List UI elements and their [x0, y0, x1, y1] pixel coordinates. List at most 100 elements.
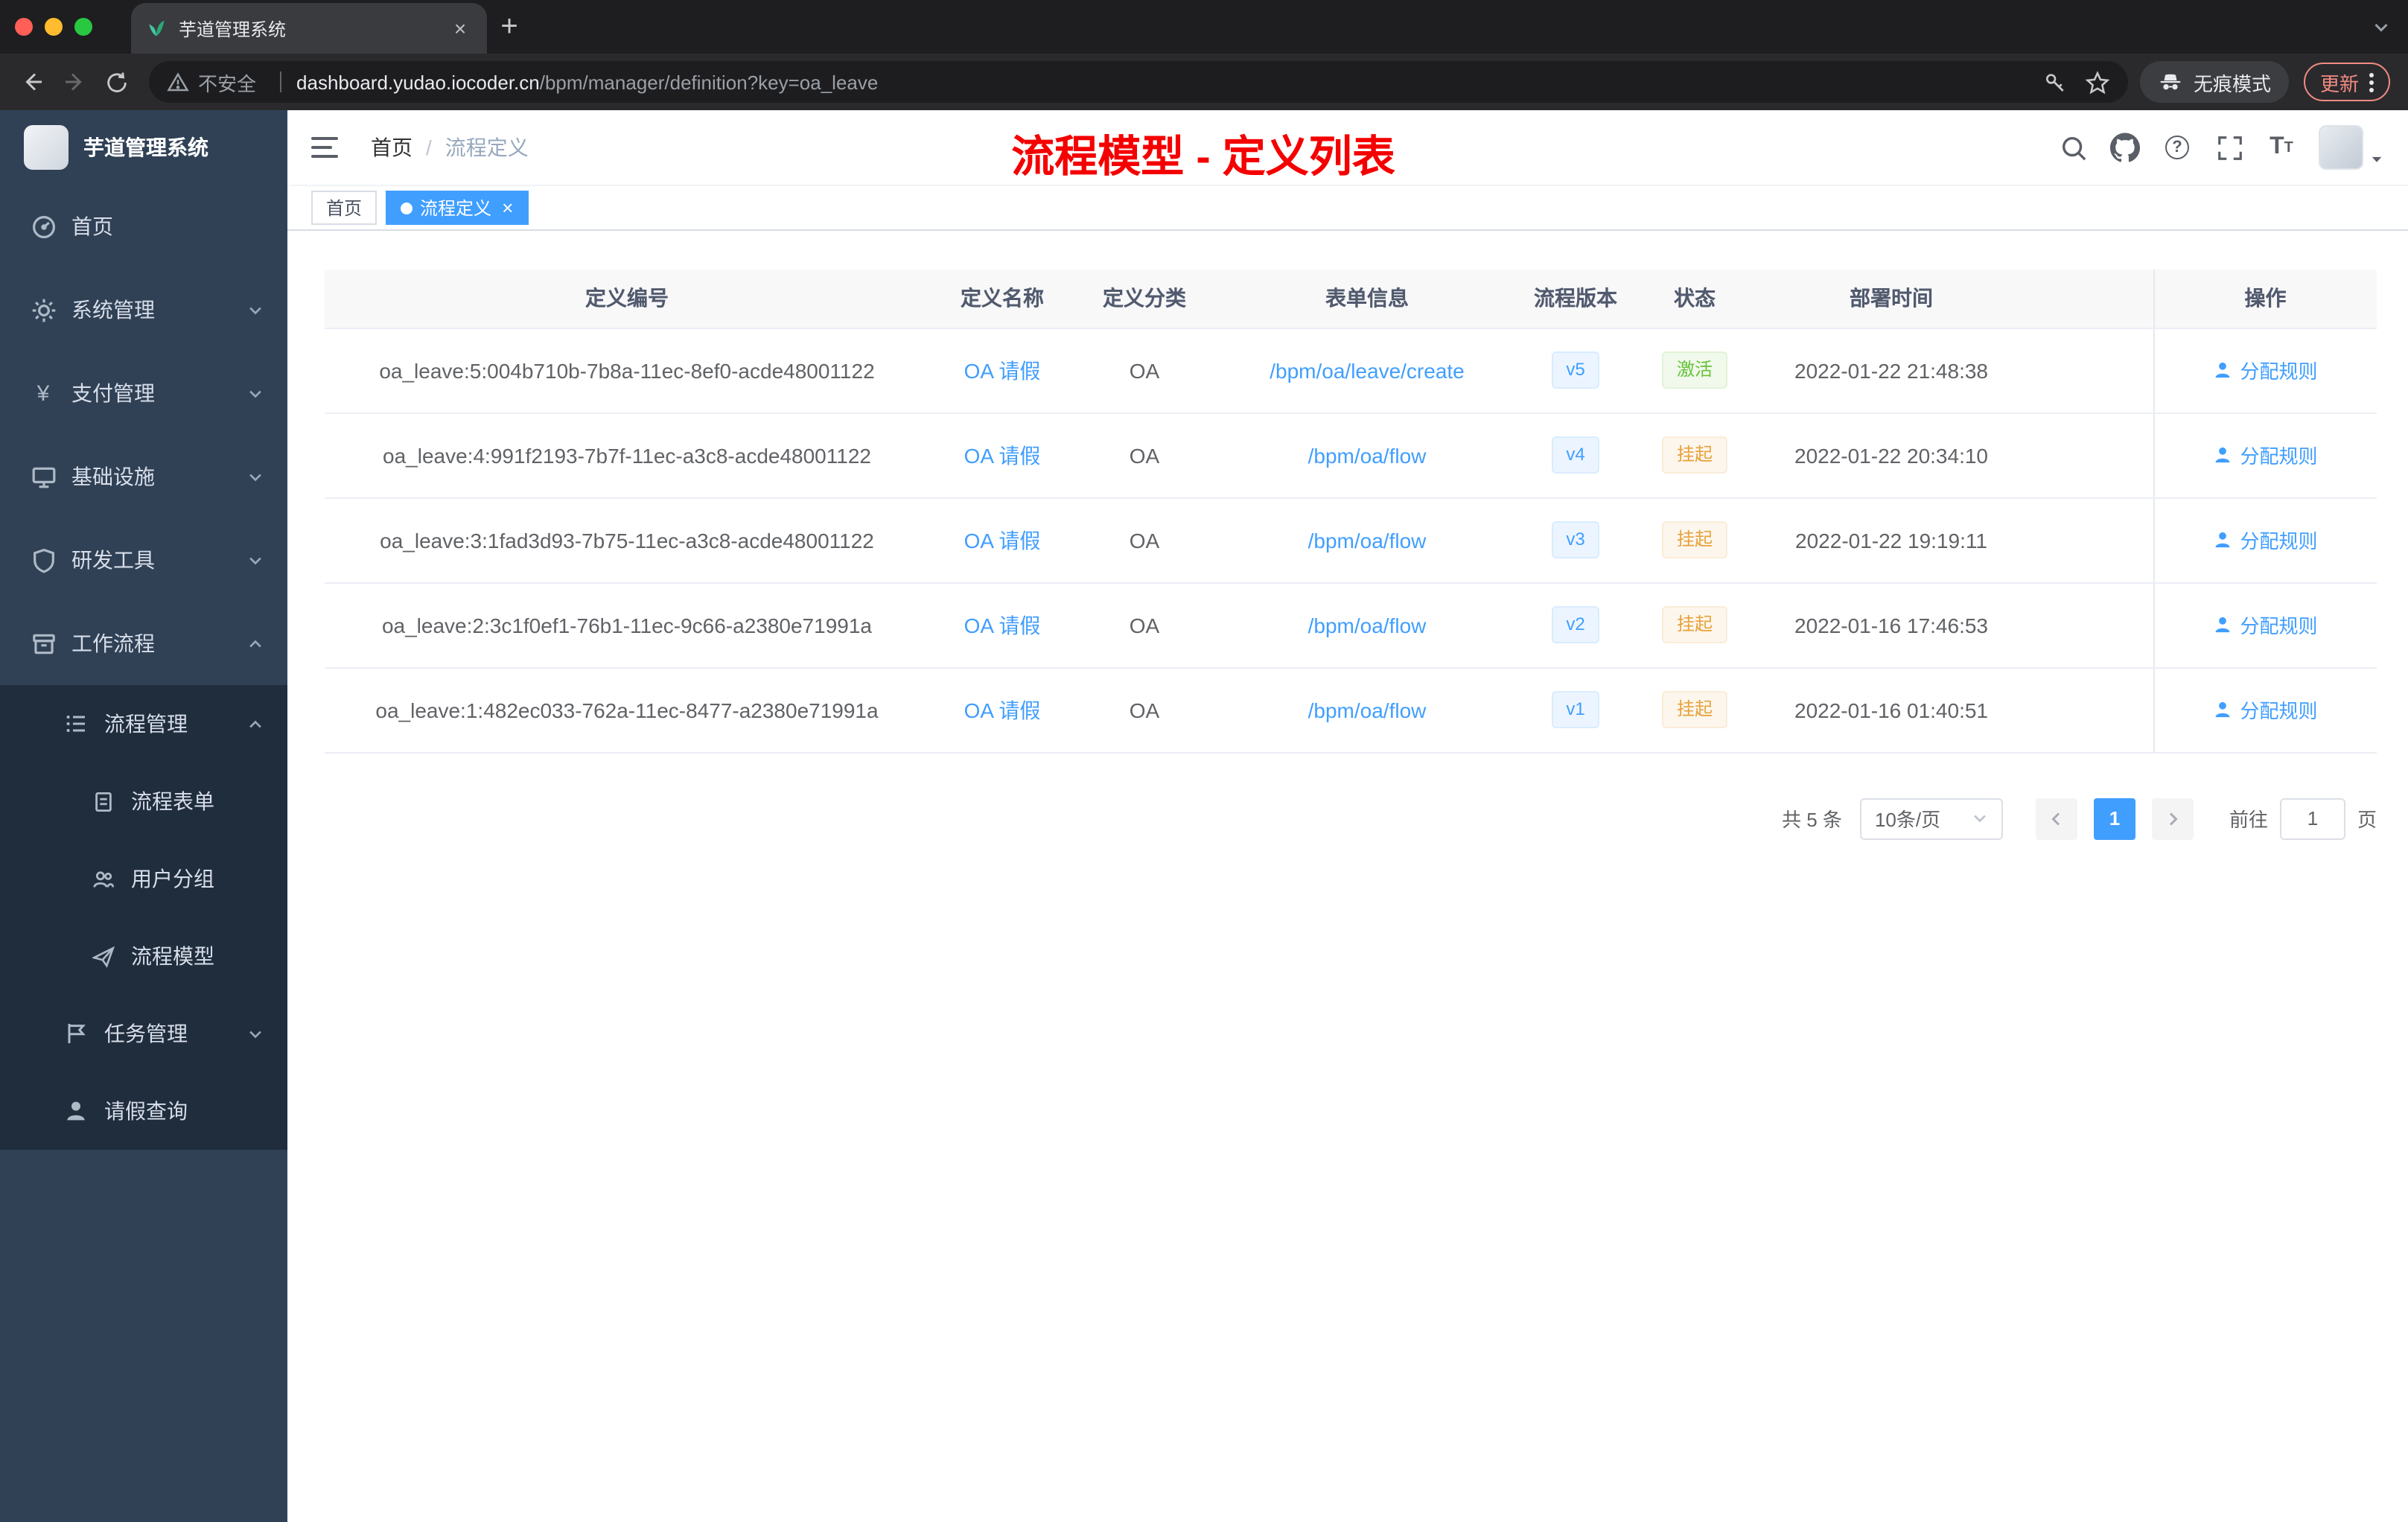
status-badge: 激活: [1661, 351, 1727, 389]
github-icon[interactable]: [2110, 133, 2140, 162]
back-button[interactable]: [12, 61, 54, 103]
prev-page-button[interactable]: [2035, 797, 2077, 839]
goto-page-input[interactable]: [2279, 797, 2345, 839]
chevron-down-icon: [1972, 810, 1988, 827]
status-badge: 挂起: [1661, 521, 1727, 558]
definition-name-link[interactable]: OA 请假: [964, 698, 1041, 722]
goto-unit-label: 页: [2357, 809, 2377, 831]
chevron-down-icon: [247, 1025, 264, 1042]
chevron-up-icon: [247, 716, 264, 732]
definition-name-link[interactable]: OA 请假: [964, 358, 1041, 382]
address-bar[interactable]: 不安全 dashboard.yudao.iocoder.cn/bpm/manag…: [149, 61, 2128, 103]
fullscreen-icon[interactable]: [2214, 133, 2244, 162]
zoom-window-button[interactable]: [74, 18, 92, 36]
col-definition-id: 定义编号: [325, 270, 929, 328]
col-process-version: 流程版本: [1520, 270, 1631, 328]
form-link[interactable]: /bpm/oa/flow: [1308, 443, 1427, 467]
security-label[interactable]: 不安全: [198, 68, 256, 96]
browser-menu-dots-icon[interactable]: [2369, 72, 2374, 92]
tag-home[interactable]: 首页: [311, 191, 378, 225]
sidebar-logo[interactable]: 芋道管理系统: [0, 110, 287, 185]
table-row: oa_leave:5:004b710b-7b8a-11ec-8ef0-acde4…: [325, 328, 2377, 413]
next-page-button[interactable]: [2151, 797, 2194, 839]
shield-icon: [30, 547, 57, 573]
definition-name-link[interactable]: OA 请假: [964, 443, 1041, 467]
sidebar-item-label: 用户分组: [131, 867, 214, 891]
paper-plane-icon: [89, 943, 116, 969]
sidebar-item-home[interactable]: 首页: [0, 185, 287, 268]
sidebar-item-leave-query[interactable]: 请假查询: [0, 1072, 287, 1150]
url-path: /bpm/manager/definition?key=oa_leave: [539, 71, 879, 93]
sidebar-item-process-model[interactable]: 流程模型: [0, 917, 287, 995]
tab-search-chevron-icon[interactable]: [2372, 18, 2390, 36]
avatar[interactable]: [2319, 125, 2363, 170]
bookmark-star-icon[interactable]: [2085, 69, 2110, 95]
page-title: 流程模型 - 定义列表: [1011, 134, 1395, 182]
form-link[interactable]: /bpm/oa/flow: [1308, 613, 1427, 637]
users-icon: [89, 865, 116, 892]
reload-button[interactable]: [95, 61, 137, 103]
user-menu[interactable]: [2319, 125, 2384, 170]
page-number-1[interactable]: 1: [2093, 797, 2135, 839]
tab-close-icon[interactable]: ×: [448, 16, 472, 40]
user-icon: [2216, 447, 2230, 463]
forward-button[interactable]: [54, 61, 95, 103]
sidebar-item-label: 请假查询: [104, 1099, 188, 1123]
definition-name-link[interactable]: OA 请假: [964, 613, 1041, 637]
archive-box-icon: [30, 630, 57, 657]
deploy-time: 2022-01-22 21:48:38: [1759, 328, 2024, 413]
form-link[interactable]: /bpm/oa/flow: [1308, 528, 1427, 552]
user-icon: [2216, 701, 2230, 718]
security-warning-icon[interactable]: [167, 71, 189, 93]
caret-down-icon: [2369, 152, 2384, 167]
browser-update-button[interactable]: 更新: [2303, 63, 2390, 101]
sidebar-item-infra[interactable]: 基础设施: [0, 435, 287, 518]
sidebar-item-process-management[interactable]: 流程管理: [0, 685, 287, 762]
sidebar-item-task-management[interactable]: 任务管理: [0, 995, 287, 1072]
definition-id: oa_leave:2:3c1f0ef1-76b1-11ec-9c66-a2380…: [325, 582, 929, 668]
sidebar-toggle-icon[interactable]: [311, 131, 344, 164]
tag-process-definition[interactable]: 流程定义 ×: [386, 191, 529, 225]
sidebar-item-system[interactable]: 系统管理: [0, 268, 287, 351]
incognito-badge: 无痕模式: [2139, 61, 2289, 103]
page-size-select[interactable]: 10条/页: [1859, 797, 2003, 839]
minimize-window-button[interactable]: [45, 18, 63, 36]
assign-rule-link[interactable]: 分配规则: [2213, 611, 2318, 639]
deploy-time: 2022-01-16 01:40:51: [1759, 667, 2024, 753]
assign-rule-link[interactable]: 分配规则: [2213, 695, 2318, 724]
font-size-icon[interactable]: TT: [2267, 133, 2296, 162]
sidebar-item-user-group[interactable]: 用户分组: [0, 840, 287, 917]
assign-rule-link[interactable]: 分配规则: [2213, 441, 2318, 469]
version-badge: v5: [1551, 351, 1600, 389]
sidebar-item-workflow[interactable]: 工作流程: [0, 602, 287, 685]
version-badge: v1: [1551, 691, 1600, 728]
deploy-time: 2022-01-16 17:46:53: [1759, 582, 2024, 668]
sidebar-item-devtools[interactable]: 研发工具: [0, 518, 287, 602]
close-window-button[interactable]: [15, 18, 33, 36]
sidebar-item-label: 流程模型: [131, 944, 214, 968]
breadcrumb-home[interactable]: 首页: [371, 133, 413, 162]
sidebar-item-label: 研发工具: [71, 548, 155, 572]
url-domain: dashboard.yudao.iocoder.cn: [296, 71, 540, 93]
col-status: 状态: [1631, 270, 1759, 328]
form-link[interactable]: /bpm/oa/leave/create: [1270, 358, 1465, 382]
definition-id: oa_leave:4:991f2193-7b7f-11ec-a3c8-acde4…: [325, 413, 929, 498]
sidebar-item-label: 流程表单: [131, 789, 214, 813]
definition-name-link[interactable]: OA 请假: [964, 528, 1041, 552]
sidebar-item-label: 流程管理: [104, 712, 188, 736]
new-tab-button[interactable]: +: [487, 4, 532, 49]
browser-tab[interactable]: 芋道管理系统 ×: [131, 3, 487, 54]
table-row: oa_leave:3:1fad3d93-7b75-11ec-a3c8-acde4…: [325, 497, 2377, 583]
sidebar-item-process-form[interactable]: 流程表单: [0, 762, 287, 840]
assign-rule-link[interactable]: 分配规则: [2213, 356, 2318, 384]
password-key-icon[interactable]: [2043, 70, 2067, 94]
user-icon: [2216, 532, 2230, 548]
sidebar-item-pay[interactable]: ¥ 支付管理: [0, 351, 287, 435]
form-link[interactable]: /bpm/oa/flow: [1308, 698, 1427, 722]
search-icon[interactable]: [2058, 133, 2088, 162]
assign-rule-link[interactable]: 分配规则: [2213, 526, 2318, 554]
tag-close-icon[interactable]: ×: [502, 198, 513, 217]
help-icon[interactable]: ?: [2162, 133, 2192, 162]
page-content: 定义编号 定义名称 定义分类 表单信息 流程版本 状态 部署时间 操作 oa_l…: [287, 231, 2408, 1522]
incognito-label: 无痕模式: [2193, 72, 2271, 95]
